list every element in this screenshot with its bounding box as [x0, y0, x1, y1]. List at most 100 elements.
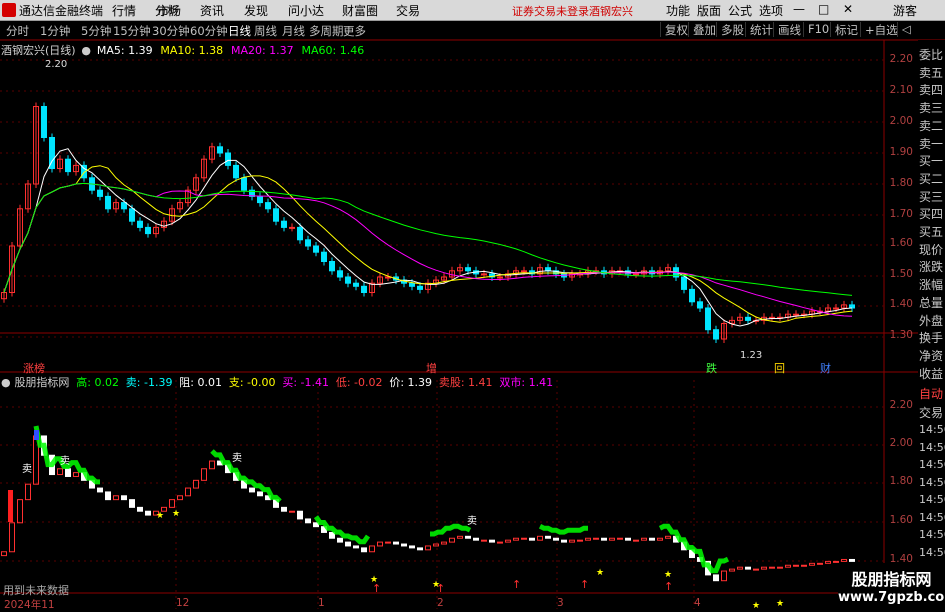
indicator-candle	[601, 537, 607, 541]
star-marker: ★	[752, 601, 760, 609]
candle-body	[497, 276, 503, 279]
candle-body	[633, 273, 639, 276]
menu-banmian[interactable]: 版面	[697, 2, 721, 19]
indicator-dropdown-icon[interactable]: ●	[1, 376, 11, 389]
period-fenshi[interactable]: 分时	[6, 23, 29, 39]
period-1min[interactable]: 1分钟	[40, 23, 70, 39]
indicator-candle	[545, 535, 551, 539]
candle-body	[217, 146, 223, 154]
add-watchlist-button[interactable]: +自选	[860, 22, 902, 37]
candle-body	[849, 304, 855, 309]
f10-button[interactable]: F10	[803, 22, 833, 37]
candle-body	[409, 282, 415, 287]
ind-mai-buy: 买: -1.41	[282, 376, 329, 389]
quote-label: 买一	[919, 154, 944, 169]
indicator-candle	[201, 468, 207, 481]
event-die[interactable]: 跌	[706, 360, 717, 376]
menu-jiaoyi[interactable]: 交易	[396, 2, 420, 19]
event-cai[interactable]: 财	[820, 360, 831, 376]
huaxian-button[interactable]: 画线	[773, 22, 805, 37]
menu-hangqing[interactable]: 行情	[112, 2, 136, 19]
indicator-candle	[489, 539, 495, 543]
star-marker: ★	[664, 570, 672, 580]
collapse-panel-icon[interactable]: ◁	[897, 22, 915, 37]
close-icon[interactable]: ✕	[843, 2, 853, 16]
indicator-candle	[361, 547, 367, 553]
indicator-candle	[57, 468, 63, 476]
indicator-candle	[65, 468, 71, 477]
login-status[interactable]: 证券交易未登录	[512, 3, 589, 19]
quote-label: 收益	[919, 366, 944, 381]
indicator-candle	[841, 558, 847, 562]
indicator-candle	[145, 510, 151, 516]
event-zeng[interactable]: 增	[426, 360, 437, 376]
candle-body	[225, 152, 231, 166]
candle-body	[281, 220, 287, 228]
indicator-candle	[385, 541, 391, 544]
trade-label[interactable]: 交易	[919, 404, 943, 421]
guest-label[interactable]: 游客	[893, 2, 917, 19]
indicator-candle	[209, 460, 215, 470]
event-hui[interactable]: 回	[774, 360, 785, 376]
menu-shichang[interactable]: 市场	[157, 2, 181, 19]
indicator-candle	[401, 543, 407, 547]
indicator-candle	[649, 537, 655, 541]
candle-body	[257, 195, 263, 204]
event-zhangbang[interactable]: 涨榜	[23, 360, 45, 376]
candle-body	[321, 251, 327, 262]
indicator-candle	[425, 545, 431, 551]
maximize-icon[interactable]: □	[818, 2, 829, 16]
period-monthly[interactable]: 月线	[282, 23, 305, 39]
menu-gongshi[interactable]: 公式	[728, 2, 752, 19]
tick-time: 14:56	[919, 475, 945, 489]
candle-body	[305, 239, 311, 247]
indicator-candle	[129, 499, 135, 508]
biaoji-button[interactable]: 标记	[830, 22, 862, 37]
auto-label[interactable]: 自动	[919, 385, 943, 402]
y-tick: 1.80	[889, 475, 913, 487]
indicator-candle	[353, 545, 359, 549]
menu-wenxiaoda[interactable]: 问小达	[288, 2, 324, 19]
buy-arrow-marker: ↑	[664, 580, 673, 593]
indicator-candle	[577, 539, 583, 542]
tick-time: 14:56	[919, 493, 945, 506]
candle-body	[337, 270, 343, 278]
low-price-marker: 1.23	[740, 350, 763, 361]
minimize-icon[interactable]: —	[793, 2, 805, 16]
menu-faxian[interactable]: 发现	[244, 2, 268, 19]
indicator-ribbon	[538, 524, 588, 535]
period-5min[interactable]: 5分钟	[81, 23, 111, 39]
menu-xuanxiang[interactable]: 选项	[759, 2, 783, 19]
stock-tab[interactable]: 酒钢宏兴	[589, 3, 633, 19]
period-daily[interactable]: 日线	[228, 23, 251, 39]
period-multi[interactable]: 多周期	[309, 23, 344, 39]
duogu-button[interactable]: 多股	[716, 22, 748, 37]
menu-zixun[interactable]: 资讯	[200, 2, 224, 19]
candle-body	[353, 282, 359, 287]
sell-mark: 卖	[60, 456, 70, 467]
candle-body	[697, 301, 703, 309]
period-30min[interactable]: 30分钟	[152, 23, 190, 39]
indicator-candle	[513, 537, 519, 541]
period-more[interactable]: 更多	[343, 23, 366, 39]
quote-label: 买四	[919, 207, 944, 222]
watermark-title: 股朋指标网	[851, 570, 932, 589]
indicator-candle	[257, 491, 263, 497]
ma5-label: MA5: 1.39	[96, 44, 153, 57]
dropdown-icon[interactable]: ●	[81, 44, 91, 57]
period-60min[interactable]: 60分钟	[190, 23, 228, 39]
menu-caifuquan[interactable]: 财富圈	[342, 2, 378, 19]
indicator-candle	[529, 537, 535, 541]
indicator-candle	[441, 541, 447, 545]
candle-body	[713, 329, 719, 340]
indicator-candle	[433, 543, 439, 547]
period-weekly[interactable]: 周线	[254, 23, 277, 39]
indicator-candle	[281, 506, 287, 512]
indicator-candle	[801, 564, 807, 567]
watermark-url: www.7gpzb.com	[838, 590, 945, 605]
period-15min[interactable]: 15分钟	[113, 23, 151, 39]
kline-chart-area[interactable]: ★★★★★★★★↑↑↑↑↑↑	[0, 40, 918, 609]
ind-maigu: 卖股: 1.41	[438, 376, 493, 389]
y-tick: 2.20	[889, 399, 913, 411]
menu-gongneng[interactable]: 功能	[666, 2, 690, 19]
